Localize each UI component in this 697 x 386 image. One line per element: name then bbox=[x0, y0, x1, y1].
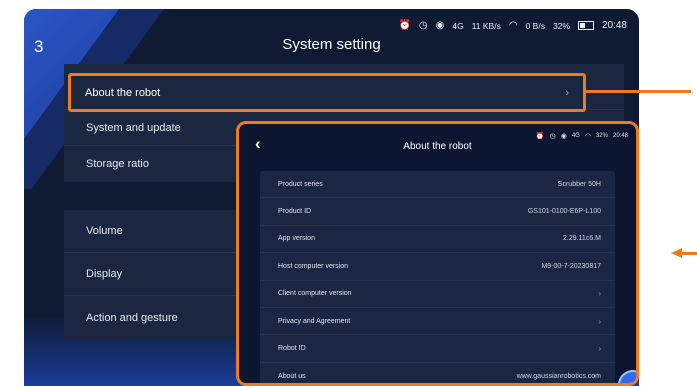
info-row-client-version[interactable]: Client computer version › bbox=[260, 281, 615, 308]
info-label: App version bbox=[278, 235, 315, 243]
page-title: System setting bbox=[282, 36, 381, 53]
clock-time: 20:48 bbox=[612, 133, 628, 139]
chevron-right-icon: › bbox=[598, 344, 601, 354]
net-speed-up: 0 B/s bbox=[525, 20, 545, 31]
chevron-right-icon: › bbox=[565, 86, 569, 99]
menu-item-label: Action and gesture bbox=[86, 311, 178, 324]
callout-arrow-icon bbox=[671, 248, 682, 258]
battery-icon bbox=[577, 21, 594, 30]
info-row-host-version: Host computer version M9-00-7-20230817 bbox=[260, 253, 615, 281]
info-value: www.gaussianrobotics.com bbox=[516, 372, 601, 380]
menu-item-label: Storage ratio bbox=[86, 158, 149, 170]
robot-info-list: Product series Scrubber 50H Product ID G… bbox=[260, 171, 615, 383]
alarm-icon: ⏰ bbox=[535, 133, 545, 140]
inset-status-bar: ⏰ ◷ ◉ 4G ◠ 32% 20:48 bbox=[536, 132, 628, 140]
chevron-right-icon: › bbox=[598, 289, 601, 299]
inset-title: About the robot bbox=[403, 141, 472, 152]
battery-percent: 32% bbox=[552, 20, 570, 31]
battery-percent: 32% bbox=[595, 133, 608, 139]
signal-icon: 4G bbox=[452, 20, 464, 31]
menu-item-label: System and update bbox=[86, 121, 181, 134]
info-row-privacy[interactable]: Privacy and Agreement › bbox=[260, 308, 615, 336]
info-label: Product series bbox=[278, 180, 323, 188]
signal-icon: 4G bbox=[571, 133, 580, 139]
info-row-product-series: Product series Scrubber 50H bbox=[260, 171, 615, 199]
net-speed-down: 11 KB/s bbox=[471, 20, 501, 31]
info-value: Scrubber 50H bbox=[557, 180, 601, 188]
menu-item-label: About the robot bbox=[85, 86, 161, 99]
info-value: 2.29.11c6.M bbox=[562, 235, 601, 243]
location-icon: ◉ bbox=[560, 133, 567, 140]
info-label: Product ID bbox=[278, 208, 312, 216]
chevron-right-icon: › bbox=[598, 316, 601, 326]
info-label: Client computer version bbox=[278, 290, 352, 298]
menu-item-label: Volume bbox=[86, 225, 123, 237]
callout-line bbox=[680, 252, 697, 255]
wifi-icon: ◠ bbox=[584, 133, 591, 140]
info-row-product-id: Product ID GS101-0100-E6P-L100 bbox=[260, 198, 615, 226]
alarm-icon: ⏰ bbox=[398, 20, 411, 31]
info-row-app-version: App version 2.29.11c6.M bbox=[260, 226, 615, 254]
menu-item-label: Display bbox=[86, 268, 123, 280]
clock-icon: ◷ bbox=[418, 20, 428, 31]
info-label: Host computer version bbox=[278, 262, 349, 270]
wifi-icon: ◠ bbox=[508, 20, 518, 31]
clock-icon: ◷ bbox=[549, 133, 556, 140]
info-value: M9-00-7-20230817 bbox=[541, 262, 601, 270]
about-robot-inset: ‹ About the robot ⏰ ◷ ◉ 4G ◠ 32% 20:48 P… bbox=[236, 121, 639, 386]
info-label: About us bbox=[278, 372, 306, 380]
info-row-robot-id[interactable]: Robot ID › bbox=[260, 335, 615, 363]
clock-time: 20:48 bbox=[601, 20, 627, 31]
status-bar: ⏰ ◷ ◉ 4G 11 KB/s ◠ 0 B/s 32% 20:48 bbox=[398, 20, 627, 31]
location-icon: ◉ bbox=[435, 20, 445, 31]
menu-item-about-robot[interactable]: About the robot › bbox=[68, 73, 586, 112]
callout-line bbox=[586, 90, 691, 93]
info-row-about-us: About us www.gaussianrobotics.com bbox=[260, 363, 615, 383]
info-label: Robot ID bbox=[278, 345, 306, 353]
info-value: GS101-0100-E6P-L100 bbox=[527, 208, 601, 216]
info-label: Privacy and Agreement bbox=[278, 317, 351, 325]
